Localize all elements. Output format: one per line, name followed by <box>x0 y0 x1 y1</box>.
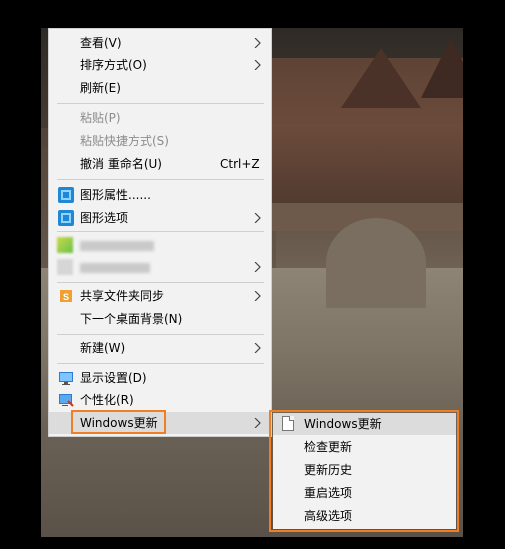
menu-separator <box>57 179 264 180</box>
menu-item-paste[interactable]: 粘贴(P) <box>49 107 271 129</box>
app-icon <box>57 237 73 253</box>
chevron-right-icon <box>254 60 262 70</box>
menu-item-graphics-options[interactable]: 图形选项 <box>49 207 271 229</box>
menu-item-label: 图形选项 <box>80 211 129 225</box>
menu-separator <box>57 334 264 335</box>
blurred-label <box>80 263 150 273</box>
intel-graphics-icon <box>58 187 74 203</box>
menu-item-blurred[interactable] <box>49 234 271 256</box>
wallpaper-roof <box>421 38 463 98</box>
menu-item-label: 新建(W) <box>80 341 126 355</box>
intel-graphics-icon <box>58 210 74 226</box>
svg-text:S: S <box>63 292 69 302</box>
menu-item-new[interactable]: 新建(W) <box>49 337 271 359</box>
menu-item-refresh[interactable]: 刷新(E) <box>49 77 271 99</box>
display-settings-icon <box>58 370 74 386</box>
menu-item-label: 撤消 重命名(U) <box>80 157 162 171</box>
chevron-right-icon <box>254 262 262 272</box>
menu-separator <box>57 231 264 232</box>
app-icon <box>57 259 73 275</box>
menu-item-paste-shortcut[interactable]: 粘贴快捷方式(S) <box>49 130 271 152</box>
chevron-right-icon <box>254 291 262 301</box>
sync-folder-icon: S <box>58 288 74 304</box>
menu-item-label: 下一个桌面背景(N) <box>80 312 183 326</box>
menu-item-label: 刷新(E) <box>80 81 121 95</box>
menu-item-label: 查看(V) <box>80 36 122 50</box>
menu-item-label: 图形属性...... <box>80 188 151 202</box>
chevron-right-icon <box>254 213 262 223</box>
menu-item-personalize[interactable]: 个性化(R) <box>49 389 271 411</box>
menu-separator <box>57 363 264 364</box>
wallpaper-bridge-arch <box>326 218 426 308</box>
chevron-right-icon <box>254 38 262 48</box>
menu-item-label: 个性化(R) <box>80 393 134 407</box>
menu-item-label: 显示设置(D) <box>80 371 147 385</box>
personalize-icon <box>58 392 74 408</box>
chevron-right-icon <box>254 418 262 428</box>
menu-item-view[interactable]: 查看(V) <box>49 32 271 54</box>
menu-item-shared-folder-sync[interactable]: S 共享文件夹同步 <box>49 285 271 307</box>
menu-item-graphics-properties[interactable]: 图形属性...... <box>49 184 271 206</box>
blurred-label <box>80 241 154 251</box>
desktop-context-menu: 查看(V) 排序方式(O) 刷新(E) 粘贴(P) 粘贴快捷方式(S) 撤消 重… <box>48 28 272 437</box>
menu-item-label: 共享文件夹同步 <box>80 289 165 303</box>
menu-item-label: 粘贴快捷方式(S) <box>80 134 169 148</box>
menu-item-sort-by[interactable]: 排序方式(O) <box>49 54 271 76</box>
menu-item-undo-rename[interactable]: 撤消 重命名(U) Ctrl+Z <box>49 153 271 175</box>
menu-separator <box>57 103 264 104</box>
menu-item-label: 排序方式(O) <box>80 58 147 72</box>
menu-item-label: 粘贴(P) <box>80 111 121 125</box>
highlight-box <box>269 410 459 532</box>
shortcut-label: Ctrl+Z <box>220 157 260 171</box>
wallpaper-roof <box>341 48 421 108</box>
menu-item-next-background[interactable]: 下一个桌面背景(N) <box>49 308 271 330</box>
menu-separator <box>57 282 264 283</box>
menu-item-display-settings[interactable]: 显示设置(D) <box>49 367 271 389</box>
highlight-box <box>71 410 166 434</box>
menu-item-blurred[interactable] <box>49 256 271 278</box>
chevron-right-icon <box>254 343 262 353</box>
